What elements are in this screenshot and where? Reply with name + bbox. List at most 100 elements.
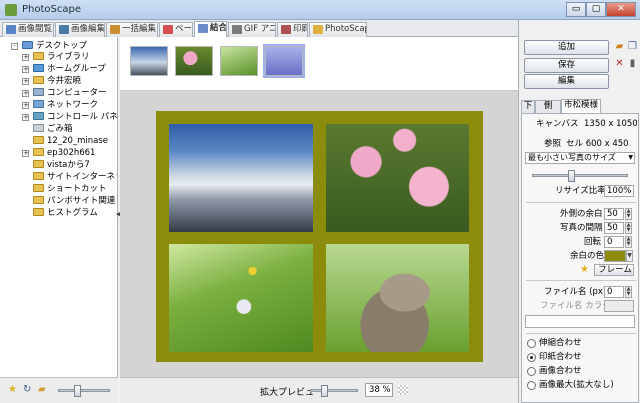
thumbnail-strip <box>120 37 518 91</box>
chevron-down-icon[interactable]: ▼ <box>626 250 633 262</box>
copy-icon[interactable]: ❐ <box>627 41 638 52</box>
edit-button[interactable]: 編集 <box>524 74 609 89</box>
tab-editor[interactable]: 画像編集 <box>55 22 105 37</box>
photo-sky[interactable] <box>169 124 313 232</box>
tab-viewer[interactable]: 画像閲覧 <box>2 22 54 37</box>
folder-open-icon[interactable]: ▰ <box>38 385 48 395</box>
collapse-icon[interactable]: - <box>11 43 18 50</box>
tab-page[interactable]: ページ <box>159 22 193 37</box>
expand-icon[interactable]: + <box>22 102 29 109</box>
tab-gif[interactable]: GIF アニメ <box>228 22 276 37</box>
divider <box>526 202 636 203</box>
expand-icon[interactable]: + <box>22 114 29 121</box>
tree-item-folder[interactable]: サイトインターネット <box>33 172 117 183</box>
thumbnail-selected[interactable] <box>263 44 305 78</box>
folder-icon[interactable]: ▰ <box>614 41 625 52</box>
tab-combine[interactable]: 結合 <box>194 21 227 37</box>
margin-color-label: 余白の色 <box>570 251 605 261</box>
expand-icon[interactable]: + <box>22 78 29 85</box>
add-button[interactable]: 追加 <box>524 40 609 55</box>
expand-icon[interactable]: + <box>22 66 29 73</box>
tree-item-folder[interactable]: + ep302h661 <box>22 148 95 159</box>
tree-item-homegroup[interactable]: + ホームグループ <box>22 64 106 75</box>
thumbnail-sky[interactable] <box>130 46 168 76</box>
radio-fit-stretch[interactable]: 伸縮合わせ <box>527 338 582 349</box>
photo-grass[interactable] <box>169 244 313 352</box>
checker-icon[interactable] <box>398 385 408 395</box>
tree-item-recycle-bin[interactable]: ごみ箱 <box>33 124 73 135</box>
thumbnail-flowers[interactable] <box>175 46 213 76</box>
photo-gap-spinner[interactable]: ▲ ▼ <box>625 222 632 234</box>
refresh-icon[interactable]: ↻ <box>23 385 33 395</box>
zoom-slider-handle[interactable] <box>321 385 328 397</box>
filename-text-field[interactable] <box>525 315 635 328</box>
radio-image-max[interactable]: 画像最大(拡大なし) <box>527 380 614 391</box>
thumbnail-grass[interactable] <box>220 46 258 76</box>
frame-button[interactable]: フレーム <box>594 264 634 276</box>
expand-icon[interactable]: + <box>22 54 29 61</box>
tab-bottom[interactable]: 下 <box>521 100 535 113</box>
folder-icon <box>33 196 44 204</box>
canvas-size-label: キャンバス <box>536 119 579 129</box>
size-slider[interactable] <box>532 174 628 177</box>
tree-item-user[interactable]: + 今井宏暁 <box>22 76 81 87</box>
photo-gap-field[interactable]: 50 <box>604 222 624 234</box>
star-icon[interactable]: ★ <box>8 385 18 395</box>
save-button[interactable]: 保存 <box>524 58 609 73</box>
tree-item-folder[interactable]: 12_20_minase <box>33 136 108 147</box>
size-mode-select[interactable]: 最も小さい写真のサイズ ▼ <box>525 152 635 164</box>
slider-handle[interactable] <box>74 385 81 397</box>
radio-unchecked-icon <box>527 339 536 348</box>
thumbnail-size-slider[interactable] <box>58 389 110 392</box>
folder-tree[interactable]: - デスクトップ + ライブラリ + ホームグループ + 今井宏暁 + コンピューター +… <box>0 37 118 377</box>
preview-status-bar: 拡大プレビュー 38 % <box>120 377 518 403</box>
folder-icon <box>33 208 44 216</box>
trash-icon[interactable]: ▮ <box>627 58 638 69</box>
resize-ratio-field[interactable]: 100% <box>604 185 634 197</box>
tree-item-folder[interactable]: ヒストグラム <box>33 208 98 219</box>
radio-fit-image[interactable]: 画像合わせ <box>527 366 582 377</box>
control-panel-icon <box>33 112 44 120</box>
size-slider-handle[interactable] <box>568 170 575 182</box>
rotate-spinner[interactable]: ▲ ▼ <box>625 236 632 248</box>
combine-icon <box>198 24 208 33</box>
tree-item-folder[interactable]: vistaから7 <box>33 160 90 171</box>
delete-icon[interactable]: ✕ <box>614 58 625 69</box>
app-icon <box>5 4 17 16</box>
zoom-slider[interactable] <box>310 389 358 392</box>
maximize-button[interactable]: ▢ <box>586 2 606 17</box>
zoom-value: 38 % <box>365 383 393 397</box>
photo-cat[interactable] <box>326 244 469 352</box>
close-button[interactable]: ✕ <box>606 2 636 17</box>
tab-print[interactable]: 印刷 <box>277 22 308 37</box>
folder-icon <box>33 136 44 144</box>
tree-item-control-panel[interactable]: +コントロール パネル <box>22 112 117 123</box>
tab-checkerboard[interactable]: 市松模様 <box>561 99 601 113</box>
rotate-field[interactable]: 0 <box>604 236 624 248</box>
outer-margin-spinner[interactable]: ▲ ▼ <box>625 208 632 220</box>
expand-icon[interactable]: + <box>22 90 29 97</box>
tab-photoscape[interactable]: PhotoScape <box>309 22 367 37</box>
computer-icon <box>33 88 44 96</box>
tab-batch[interactable]: 一括編集 <box>106 22 158 37</box>
filename-size-field[interactable]: 0 <box>604 286 624 298</box>
expand-icon[interactable]: + <box>22 150 29 157</box>
outer-margin-field[interactable]: 50 <box>604 208 624 220</box>
tree-item-desktop[interactable]: - デスクトップ <box>11 41 87 52</box>
margin-color-swatch[interactable] <box>604 250 626 262</box>
tree-item-computer[interactable]: + コンピューター <box>22 88 107 99</box>
tab-side[interactable]: 側 <box>535 100 561 113</box>
photoscape-icon <box>313 25 323 34</box>
filename-size-spinner[interactable]: ▲ ▼ <box>625 286 632 298</box>
tree-item-network[interactable]: + ネットワーク <box>22 100 98 111</box>
minimize-button[interactable]: ▭ <box>566 2 586 17</box>
combined-canvas[interactable] <box>156 111 483 362</box>
title-bar: PhotoScape ▭ ▢ ✕ <box>0 0 640 20</box>
tree-item-library[interactable]: + ライブラリ <box>22 52 90 63</box>
star-icon: ★ <box>580 264 589 275</box>
reference-value: セル 600 x 450 <box>566 139 629 149</box>
photo-flowers[interactable] <box>326 124 469 232</box>
tree-item-folder[interactable]: ショートカット <box>33 184 107 195</box>
radio-fit-paper[interactable]: 印紙合わせ <box>527 352 582 363</box>
tree-item-folder[interactable]: パンボサイト関連 <box>33 196 115 207</box>
